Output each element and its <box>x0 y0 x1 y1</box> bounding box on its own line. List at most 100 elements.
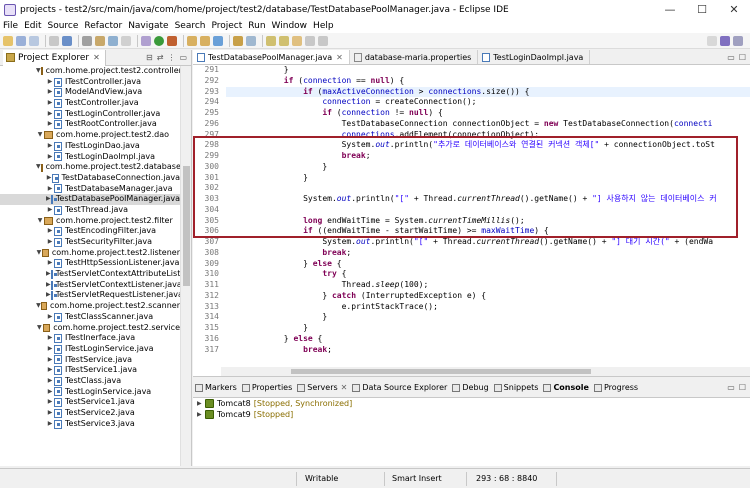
tab-markers[interactable]: Markers <box>195 383 237 392</box>
link-editor-icon[interactable]: ⇄ <box>157 53 164 62</box>
menu-run[interactable]: Run <box>248 21 265 31</box>
minimize-button[interactable]: — <box>654 0 686 19</box>
server-row-tomcat8[interactable]: ▶ Tomcat8 [Stopped, Synchronized] <box>193 398 750 409</box>
new-package-icon[interactable] <box>200 35 210 46</box>
expand-arrow-icon[interactable]: ▶ <box>197 400 205 407</box>
build-icon[interactable] <box>49 35 59 46</box>
minimize-view-icon[interactable]: ▭ <box>727 383 735 392</box>
next-annotation-icon[interactable] <box>266 35 276 46</box>
chevron-right-icon[interactable]: ▶ <box>46 258 54 269</box>
chevron-right-icon[interactable]: ▶ <box>46 205 54 216</box>
save-icon[interactable] <box>16 35 26 46</box>
tree-file[interactable]: ▶ TestHttpSessionListener.java <box>0 258 180 269</box>
save-all-icon[interactable] <box>29 35 39 46</box>
tab-progress[interactable]: Progress <box>593 383 638 392</box>
chevron-right-icon[interactable]: ▶ <box>46 419 54 430</box>
chevron-right-icon[interactable]: ▶ <box>46 152 54 163</box>
block-selection-icon[interactable] <box>108 35 118 46</box>
tree-file[interactable]: ▶ TestLoginDaoImpl.java <box>0 152 180 163</box>
tab-data-source-explorer[interactable]: Data Source Explorer <box>352 383 447 392</box>
tree-file[interactable]: ▶ TestLoginController.java <box>0 109 180 120</box>
tree-file[interactable]: ▶ TestServletContextAttributeListe <box>0 269 180 280</box>
tree-file[interactable]: ▶ TestDatabasePoolManager.java <box>0 194 180 205</box>
debug-perspective-icon[interactable] <box>733 35 743 46</box>
tree-file[interactable]: ▶ TestEncodingFilter.java <box>0 226 180 237</box>
chevron-right-icon[interactable]: ▶ <box>46 184 54 195</box>
menu-project[interactable]: Project <box>211 21 242 31</box>
tree-file[interactable]: ▶ TestService3.java <box>0 419 180 430</box>
editor-scrollbar-thumb[interactable] <box>291 369 591 374</box>
tree-file[interactable]: ▶ ITestInerface.java <box>0 333 180 344</box>
menu-search[interactable]: Search <box>175 21 206 31</box>
tree-package[interactable]: ▼ com.home.project.test2.listener <box>0 248 180 259</box>
collapse-all-icon[interactable]: ⊟ <box>146 53 153 62</box>
chevron-right-icon[interactable]: ▶ <box>46 312 54 323</box>
menu-edit[interactable]: Edit <box>24 21 41 31</box>
chevron-right-icon[interactable]: ▶ <box>46 77 54 88</box>
tree-file[interactable]: ▶ TestLoginService.java <box>0 387 180 398</box>
last-edit-location-icon[interactable] <box>292 35 302 46</box>
tree-file[interactable]: ▶ ITestLoginDao.java <box>0 141 180 152</box>
back-icon[interactable] <box>305 35 315 46</box>
chevron-right-icon[interactable]: ▶ <box>46 87 54 98</box>
project-explorer-tab[interactable]: Project Explorer ✕ <box>3 49 106 66</box>
chevron-right-icon[interactable]: ▶ <box>46 397 54 408</box>
new-java-project-icon[interactable] <box>187 35 197 46</box>
maximize-editor-icon[interactable]: ☐ <box>739 53 746 62</box>
java-perspective-icon[interactable] <box>720 35 730 46</box>
menu-navigate[interactable]: Navigate <box>128 21 168 31</box>
tree-file[interactable]: ▶ TestServletRequestListener.java <box>0 290 180 301</box>
tree-package[interactable]: ▼ com.home.project.test2.controller <box>0 66 180 77</box>
editor-horizontal-scrollbar[interactable] <box>221 367 750 376</box>
tree-file[interactable]: ▶ ITestLoginService.java <box>0 344 180 355</box>
close-icon[interactable]: ✕ <box>336 53 343 62</box>
tree-file[interactable]: ▶ TestServletContextListener.java <box>0 280 180 291</box>
tree-file[interactable]: ▶ TestController.java <box>0 98 180 109</box>
run-icon[interactable] <box>154 35 164 46</box>
chevron-right-icon[interactable]: ▶ <box>46 226 54 237</box>
external-tools-icon[interactable] <box>167 35 177 46</box>
chevron-right-icon[interactable]: ▶ <box>46 141 54 152</box>
tree-file[interactable]: ▶ TestDatabaseManager.java <box>0 184 180 195</box>
debug-icon[interactable] <box>141 35 151 46</box>
tab-console[interactable]: Console <box>543 383 589 392</box>
close-icon[interactable]: ✕ <box>341 383 348 392</box>
tree-file[interactable]: ▶ TestClass.java <box>0 376 180 387</box>
tree-file[interactable]: ▶ ITestService1.java <box>0 365 180 376</box>
maximize-button[interactable]: ☐ <box>686 0 718 19</box>
tree-file[interactable]: ▶ TestDatabaseConnection.java <box>0 173 180 184</box>
chevron-right-icon[interactable]: ▶ <box>46 237 54 248</box>
tree-package[interactable]: ▼ com.home.project.test2.database <box>0 162 180 173</box>
tree-file[interactable]: ▶ ModelAndView.java <box>0 87 180 98</box>
maximize-view-icon[interactable]: ☐ <box>739 383 746 392</box>
new-icon[interactable] <box>3 35 13 46</box>
tree-package[interactable]: ▼ com.home.project.test2.scanner <box>0 301 180 312</box>
toggle-mark-icon[interactable] <box>95 35 105 46</box>
tree-package[interactable]: ▼ com.home.project.test2.filter <box>0 216 180 227</box>
skip-breakpoints-icon[interactable] <box>82 35 92 46</box>
tree-file[interactable]: ▶ ITestService.java <box>0 355 180 366</box>
server-row-tomcat9[interactable]: ▶ Tomcat9 [Stopped] <box>193 409 750 420</box>
tree-file[interactable]: ▶ TestClassScanner.java <box>0 312 180 323</box>
tree-file[interactable]: ▶ TestSecurityFilter.java <box>0 237 180 248</box>
tree-file[interactable]: ▶ TestService1.java <box>0 397 180 408</box>
view-menu-icon[interactable]: ⋮ <box>167 53 175 62</box>
chevron-right-icon[interactable]: ▶ <box>46 109 54 120</box>
tree-file[interactable]: ▶ TestService2.java <box>0 408 180 419</box>
close-icon[interactable]: ✕ <box>93 53 100 62</box>
show-whitespace-icon[interactable] <box>121 35 131 46</box>
tree-file[interactable]: ▶ ITestController.java <box>0 77 180 88</box>
previous-annotation-icon[interactable] <box>279 35 289 46</box>
chevron-right-icon[interactable]: ▶ <box>46 98 54 109</box>
tab-database-maria-properties[interactable]: database-maria.properties <box>350 50 479 64</box>
search-icon[interactable] <box>246 35 256 46</box>
new-class-icon[interactable] <box>213 35 223 46</box>
tab-testdatabasepoolmanager[interactable]: TestDatabasePoolManager.java ✕ <box>193 50 350 64</box>
chevron-right-icon[interactable]: ▶ <box>46 376 54 387</box>
expand-arrow-icon[interactable]: ▶ <box>197 411 205 418</box>
forward-icon[interactable] <box>318 35 328 46</box>
menu-window[interactable]: Window <box>272 21 308 31</box>
minimize-view-icon[interactable]: ▭ <box>179 53 187 62</box>
chevron-right-icon[interactable]: ▶ <box>46 355 54 366</box>
terminal-icon[interactable] <box>62 35 72 46</box>
